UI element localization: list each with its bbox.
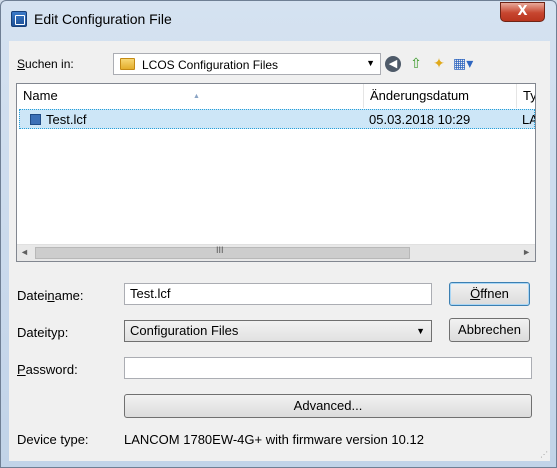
lookin-combo[interactable]: LCOS Configuration Files ▼ <box>113 53 381 75</box>
filetype-label: Dateityp: <box>17 325 69 340</box>
open-button[interactable]: Öffnen <box>449 282 530 306</box>
scroll-thumb[interactable]: III <box>35 245 410 259</box>
cancel-button[interactable]: Abbrechen <box>449 318 530 342</box>
column-header-name[interactable]: Name ▲ <box>17 84 364 108</box>
dialog-body: Suchen in: LCOS Configuration Files ▼ ◀ … <box>9 41 550 461</box>
dropdown-arrow-icon: ▼ <box>366 58 375 68</box>
close-icon: X <box>517 4 528 19</box>
title-bar[interactable]: Edit Configuration File X <box>1 1 556 35</box>
back-icon[interactable]: ◀ <box>385 56 401 72</box>
app-icon <box>11 11 27 27</box>
horizontal-scrollbar[interactable]: ◄ III ► <box>17 244 535 261</box>
filetype-select[interactable]: Configuration Files ▼ <box>124 320 432 342</box>
file-name: Test.lcf <box>46 112 87 127</box>
device-type-value: LANCOM 1780EW-4G+ with firmware version … <box>124 432 424 447</box>
edit-config-dialog: Edit Configuration File X Suchen in: LCO… <box>0 0 557 468</box>
close-button[interactable]: X <box>500 2 545 22</box>
folder-icon <box>120 58 135 70</box>
filename-label: Dateiname: <box>17 288 84 303</box>
up-folder-icon[interactable]: ⇧ <box>407 55 425 73</box>
scroll-right-icon[interactable]: ► <box>522 247 531 257</box>
advanced-button[interactable]: Advanced... <box>124 394 532 418</box>
lookin-value: LCOS Configuration Files <box>142 58 279 72</box>
scroll-grip-icon: III <box>216 245 224 255</box>
file-list[interactable]: Name ▲ Änderungsdatum Ty Test.lcf 05.03.2… <box>16 83 536 262</box>
password-label: Password: <box>17 362 78 377</box>
lookin-label: Suchen in: <box>17 57 74 71</box>
view-menu-icon[interactable]: ▦▾ <box>453 55 473 73</box>
file-row[interactable]: Test.lcf 05.03.2018 10:29 LA <box>19 109 535 129</box>
dropdown-arrow-icon: ▼ <box>416 326 425 336</box>
password-field[interactable] <box>124 357 532 379</box>
sort-arrow-icon: ▲ <box>193 93 200 100</box>
new-folder-icon[interactable]: ✦ <box>430 55 448 73</box>
resize-grip-icon[interactable]: ⋰ <box>540 450 548 459</box>
filename-input[interactable]: Test.lcf <box>124 283 432 305</box>
file-date: 05.03.2018 10:29 <box>369 112 471 127</box>
device-type-label: Device type: <box>17 432 89 447</box>
window-title: Edit Configuration File <box>34 11 172 27</box>
column-header-type[interactable]: Ty <box>517 84 535 108</box>
file-type: LA <box>522 112 535 127</box>
scroll-left-icon[interactable]: ◄ <box>20 247 29 257</box>
column-header-date[interactable]: Änderungsdatum <box>364 84 517 108</box>
file-icon <box>30 114 41 125</box>
